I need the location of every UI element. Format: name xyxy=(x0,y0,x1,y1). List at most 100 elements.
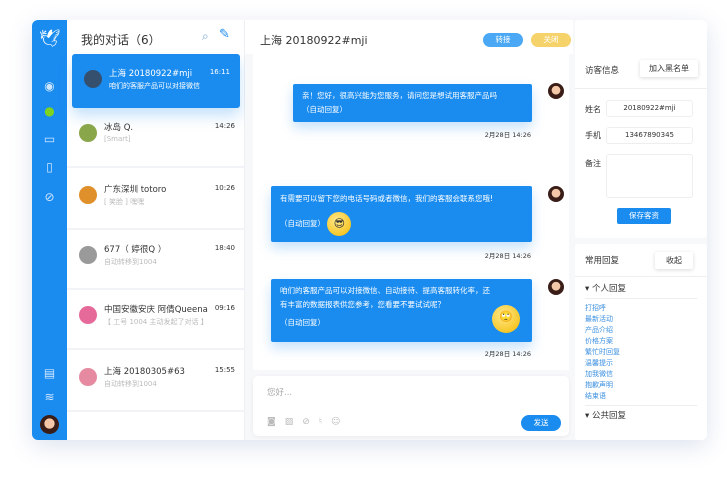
phone-label: 手机 xyxy=(585,131,601,140)
contact-avatar xyxy=(79,306,97,324)
layers-icon[interactable]: ≋ xyxy=(41,388,58,405)
rolling-eyes-emoji-icon: 🙄 xyxy=(492,305,520,333)
conversation-item[interactable]: 广东深圳 totoro [ 笑脸 ] 嘿嘿 10:26 xyxy=(67,170,245,230)
contact-name: 上海 20180922#mji xyxy=(109,69,193,79)
mobile-icon[interactable]: ▯ xyxy=(41,158,58,175)
conversation-item[interactable]: 中国安徽安庆 阿倩Queena 【 工号 1004 主动发起了对话 】 09:1… xyxy=(67,290,245,350)
quick-reply-item[interactable]: 产品介绍 xyxy=(585,325,613,335)
name-label: 姓名 xyxy=(585,105,601,114)
sidebar: 🕊 ◉ ● ▭ ▯ ⊘ ▤ ≋ xyxy=(32,20,67,440)
contact-avatar xyxy=(79,246,97,264)
message-time: 14:26 xyxy=(214,122,235,130)
quick-reply-item[interactable]: 最新活动 xyxy=(585,314,613,324)
message-preview: [Smart] xyxy=(104,135,131,143)
message-input[interactable]: 您好... xyxy=(267,386,292,398)
right-panel: 访客信息 加入黑名单 姓名 20180922#mji 手机 1346789034… xyxy=(573,20,707,440)
message-time: 16:11 xyxy=(209,68,230,76)
visitor-info-title: 访客信息 xyxy=(585,66,620,76)
user-avatar[interactable] xyxy=(40,415,59,434)
message-time: 2月28日 14:26 xyxy=(484,131,531,139)
message-preview: [ 笑脸 ] 嘿嘿 xyxy=(104,198,145,206)
auto-reply-tag: （自动回复） xyxy=(280,318,325,327)
auto-reply-tag: （自动回复） xyxy=(302,105,347,114)
notes-icon[interactable]: ▤ xyxy=(41,364,58,381)
visitor-info-card: 访客信息 加入黑名单 姓名 20180922#mji 手机 1346789034… xyxy=(575,20,707,238)
link-icon[interactable]: ⊘ xyxy=(41,188,58,205)
message-preview: 自动转移到1004 xyxy=(104,258,157,266)
contact-name: 中国安徽安庆 阿倩Queena xyxy=(104,305,208,315)
message-preview: 自动转移到1004 xyxy=(104,380,157,388)
monitor-icon[interactable]: ▭ xyxy=(41,130,58,147)
quick-reply-item[interactable]: 温馨提示 xyxy=(585,358,613,368)
message-bubble: 咱们的客服产品可以对接微信、自动接待、提高客服转化率，还有丰富的数据报表供您参考… xyxy=(271,279,532,342)
nerd-emoji-icon: 😎 xyxy=(327,212,352,236)
contact-avatar xyxy=(79,124,97,142)
message-bubble: 有需要可以留下您的电话号码或者微信，我们的客服会联系您哦! （自动回复） 😎 xyxy=(271,186,532,242)
contact-avatar xyxy=(79,368,97,386)
collapse-button[interactable]: 收起 xyxy=(655,252,693,269)
auto-reply-tag: （自动回复） xyxy=(280,219,325,228)
message-composer: 您好... ◙▨⊘♮☺ 发送 xyxy=(253,376,569,436)
message-bubble: 亲！您好，很高兴能为您服务，请问您是想试用客服产品吗 （自动回复） xyxy=(293,84,532,122)
message-time: 15:55 xyxy=(214,366,235,374)
contact-name: 广东深圳 totoro xyxy=(104,185,167,195)
send-button[interactable]: 发送 xyxy=(521,415,561,431)
message-time: 09:16 xyxy=(214,304,235,312)
blacklist-button[interactable]: 加入黑名单 xyxy=(640,60,698,77)
attachment-icon[interactable]: ⊘ xyxy=(302,417,319,427)
note-field[interactable] xyxy=(606,154,693,198)
search-icon[interactable]: ⌕ xyxy=(202,29,209,44)
camera-icon[interactable]: ◙ xyxy=(267,417,285,427)
personal-replies-toggle[interactable]: ▾ 个人回复 xyxy=(585,284,626,295)
message-text: 咱们的客服产品可以对接微信、自动接待、提高客服转化率，还有丰富的数据报表供您参考… xyxy=(280,286,490,309)
message-time: 10:26 xyxy=(214,184,235,192)
chat-panel: 上海 20180922#mji 转接 关闭 亲！您好，很高兴能为您服务，请问您是… xyxy=(245,20,573,440)
conversation-item[interactable]: 上海 20180922#mji 咱们的客服产品可以对接微信 16:11 xyxy=(72,54,240,108)
app-window: 🕊 ◉ ● ▭ ▯ ⊘ ▤ ≋ 我的对话（6） ⌕ ✎ 上海 20180922#… xyxy=(32,20,707,440)
contact-name: 677（ 婷很Q ） xyxy=(104,245,167,255)
emoji-icon[interactable]: ☺ xyxy=(331,417,349,427)
quick-reply-item[interactable]: 抱歉声明 xyxy=(585,380,613,390)
quick-reply-item[interactable]: 繁忙时回复 xyxy=(585,347,620,357)
compose-icon[interactable]: ✎ xyxy=(219,27,230,42)
contact-avatar xyxy=(84,70,102,88)
contact-name: 上海 20180305#63 xyxy=(104,367,185,377)
quick-reply-item[interactable]: 加我微信 xyxy=(585,369,613,379)
public-replies-label: 公共回复 xyxy=(591,411,626,421)
quick-replies-card: 常用回复 收起 ▾ 个人回复 打招呼 最新活动 产品介绍 价格方案 繁忙时回复 温馨提示加… xyxy=(575,244,707,440)
chat-title: 上海 20180922#mji xyxy=(260,34,368,47)
personal-replies-label: 个人回复 xyxy=(591,284,626,294)
message-preview: 【 工号 1004 主动发起了对话 】 xyxy=(104,318,208,326)
name-field[interactable]: 20180922#mji xyxy=(606,100,693,117)
message-time: 2月28日 14:26 xyxy=(484,252,531,260)
chat-header: 上海 20180922#mji 转接 关闭 xyxy=(245,20,573,54)
conversation-item[interactable]: 677（ 婷很Q ） 自动转移到1004 18:40 xyxy=(67,230,245,290)
quick-reply-item[interactable]: 价格方案 xyxy=(585,336,613,346)
image-icon[interactable]: ▨ xyxy=(285,417,303,427)
message-time: 18:40 xyxy=(214,244,235,252)
close-button[interactable]: 关闭 xyxy=(531,33,571,47)
message-time: 2月28日 14:26 xyxy=(484,350,531,358)
bird-logo-icon: 🕊 xyxy=(38,28,61,49)
quick-replies-title: 常用回复 xyxy=(585,256,620,266)
contact-avatar xyxy=(79,186,97,204)
conversation-list: 我的对话（6） ⌕ ✎ 上海 20180922#mji 咱们的客服产品可以对接微… xyxy=(67,20,245,440)
quick-reply-item[interactable]: 打招呼 xyxy=(585,303,606,313)
contact-name: 冰岛 Q. xyxy=(104,123,134,133)
list-title: 我的对话（6） xyxy=(81,33,161,47)
save-button[interactable]: 保存客资 xyxy=(617,208,671,224)
agent-avatar xyxy=(548,279,564,295)
public-replies-toggle[interactable]: ▾ 公共回复 xyxy=(585,411,626,422)
message-text: 亲！您好，很高兴能为您服务，请问您是想试用客服产品吗 xyxy=(302,91,497,100)
message-area: 亲！您好，很高兴能为您服务，请问您是想试用客服产品吗 （自动回复） 2月28日 1… xyxy=(253,54,569,370)
microphone-icon[interactable]: ♮ xyxy=(319,417,331,427)
weibo-icon[interactable]: ◉ xyxy=(41,77,58,94)
message-text: 有需要可以留下您的电话号码或者微信，我们的客服会联系您哦! xyxy=(280,194,494,203)
conversation-item[interactable]: 冰岛 Q. [Smart] 14:26 xyxy=(67,108,245,168)
conversation-item[interactable]: 上海 20180305#63 自动转移到1004 15:55 xyxy=(67,352,245,412)
transfer-button[interactable]: 转接 xyxy=(483,33,523,47)
note-label: 备注 xyxy=(585,159,601,168)
wechat-icon[interactable]: ● xyxy=(41,102,58,119)
quick-reply-item[interactable]: 结束语 xyxy=(585,391,606,401)
phone-field[interactable]: 13467890345 xyxy=(606,127,693,144)
